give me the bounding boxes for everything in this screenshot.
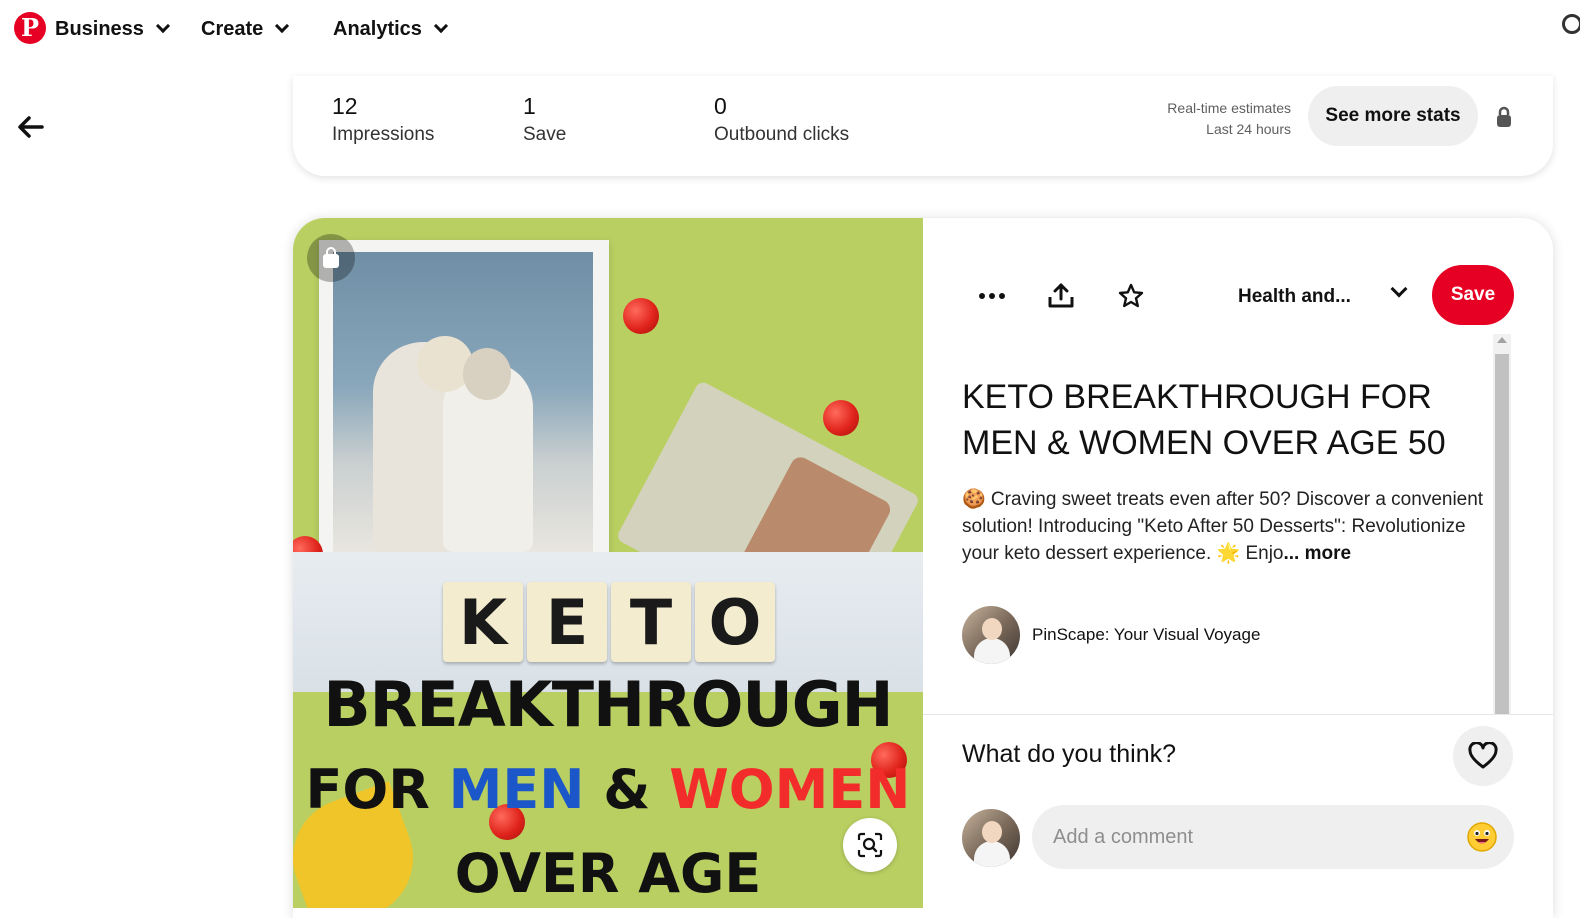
search-icon[interactable] bbox=[1562, 14, 1580, 34]
lens-search-icon bbox=[857, 832, 883, 858]
scroll-up-arrow-icon[interactable] bbox=[1497, 337, 1507, 343]
pin-description-text: 🍪 Craving sweet treats even after 50? Di… bbox=[962, 489, 1484, 564]
stat-label: Save bbox=[523, 124, 567, 145]
nav-analytics[interactable]: Analytics bbox=[333, 16, 449, 42]
arrow-left-icon bbox=[18, 116, 44, 138]
avatar-body bbox=[974, 841, 1010, 867]
stat-label: Outbound clicks bbox=[714, 124, 850, 145]
image-headline-line-2: FOR MEN & WOMEN bbox=[293, 758, 923, 821]
pin-author[interactable]: PinScape: Your Visual Voyage bbox=[962, 606, 1260, 664]
pin-details-panel: Health and... Save KETO BREAKTHROUGH FOR… bbox=[923, 218, 1553, 918]
figure-head bbox=[463, 348, 511, 400]
stat-impressions: 12 Impressions bbox=[332, 92, 434, 150]
lock-icon bbox=[1497, 106, 1511, 127]
comments-heading: What do you think? bbox=[962, 740, 1177, 768]
nav-analytics-label: Analytics bbox=[333, 17, 422, 40]
avatar[interactable] bbox=[962, 606, 1020, 664]
image-headline-line-1: BREAKTHROUGH bbox=[323, 668, 893, 741]
stat-value: 12 bbox=[332, 93, 358, 119]
share-icon bbox=[1048, 283, 1074, 308]
pin-title: KETO BREAKTHROUGH FOR MEN & WOMEN OVER A… bbox=[962, 378, 1446, 462]
pin-description: 🍪 Craving sweet treats even after 50? Di… bbox=[962, 486, 1497, 567]
shopping-bag-icon bbox=[323, 247, 339, 268]
headline-word: FOR bbox=[305, 758, 449, 821]
stat-value: 0 bbox=[714, 93, 727, 119]
save-button[interactable]: Save bbox=[1432, 265, 1514, 325]
see-more-stats-button[interactable]: See more stats bbox=[1308, 86, 1478, 146]
realtime-line-2: Last 24 hours bbox=[1206, 121, 1291, 137]
visual-search-button[interactable] bbox=[843, 818, 897, 872]
more-options-button[interactable] bbox=[972, 276, 1012, 316]
headline-word: & bbox=[584, 758, 670, 821]
chevron-down-icon bbox=[275, 18, 290, 34]
nav-business-label: Business bbox=[55, 17, 144, 40]
heart-icon bbox=[1468, 742, 1498, 769]
back-button[interactable] bbox=[10, 106, 52, 148]
nav-create[interactable]: Create bbox=[201, 16, 290, 42]
emoji-icon[interactable] bbox=[1466, 821, 1498, 853]
favorite-button[interactable] bbox=[1111, 276, 1151, 316]
couple-photo bbox=[333, 252, 593, 552]
comment-avatar bbox=[962, 809, 1020, 867]
scrollbar-thumb[interactable] bbox=[1495, 354, 1509, 714]
headline-word-women: WOMEN bbox=[669, 758, 911, 821]
ellipsis-icon bbox=[979, 293, 1005, 299]
letter-tile: T bbox=[611, 582, 691, 662]
board-selector[interactable]: Health and... bbox=[1238, 280, 1408, 314]
realtime-note: Real-time estimates Last 24 hours bbox=[1167, 98, 1291, 140]
avatar-face bbox=[982, 618, 1002, 640]
letter-tile: O bbox=[695, 582, 775, 662]
react-button[interactable] bbox=[1453, 726, 1513, 786]
headline-word-men: MEN bbox=[448, 758, 585, 821]
pin-image[interactable]: K E T O BREAKTHROUGH FOR MEN & WOMEN OVE… bbox=[293, 218, 923, 908]
letter-tiles: K E T O bbox=[443, 582, 775, 662]
avatar bbox=[962, 809, 1020, 867]
stat-saves: 1 Save bbox=[523, 92, 566, 150]
star-icon bbox=[1118, 283, 1144, 308]
stat-label: Impressions bbox=[332, 124, 435, 145]
nav-business[interactable]: Business bbox=[55, 16, 171, 42]
nav-create-label: Create bbox=[201, 17, 264, 40]
top-nav: P Business Create Analytics bbox=[0, 0, 1580, 60]
photo-frame bbox=[319, 240, 609, 558]
stat-value: 1 bbox=[523, 93, 536, 119]
board-name: Health and... bbox=[1238, 286, 1351, 307]
chevron-down-icon bbox=[433, 18, 449, 34]
letter-tile: K bbox=[443, 582, 523, 662]
pin-closeup-card: K E T O BREAKTHROUGH FOR MEN & WOMEN OVE… bbox=[293, 218, 1553, 918]
avatar-face bbox=[982, 821, 1002, 843]
pinterest-logo-icon[interactable]: P bbox=[14, 12, 46, 44]
author-name[interactable]: PinScape: Your Visual Voyage bbox=[1032, 625, 1260, 645]
avatar-body bbox=[974, 638, 1010, 664]
share-button[interactable] bbox=[1041, 276, 1081, 316]
chevron-down-icon bbox=[155, 18, 171, 34]
stat-outbound-clicks: 0 Outbound clicks bbox=[714, 92, 849, 150]
shopping-bag-badge[interactable] bbox=[307, 234, 355, 282]
letter-tile: E bbox=[527, 582, 607, 662]
pin-stats-card: 12 Impressions 1 Save 0 Outbound clicks … bbox=[293, 76, 1553, 176]
comment-input[interactable] bbox=[1053, 825, 1454, 849]
comment-field[interactable] bbox=[1032, 805, 1514, 869]
more-link[interactable]: ... more bbox=[1284, 543, 1352, 564]
realtime-line-1: Real-time estimates bbox=[1167, 100, 1291, 116]
tomato bbox=[623, 298, 659, 334]
divider bbox=[923, 714, 1553, 715]
image-headline-line-3: OVER AGE bbox=[454, 842, 762, 905]
tomato bbox=[823, 400, 859, 436]
